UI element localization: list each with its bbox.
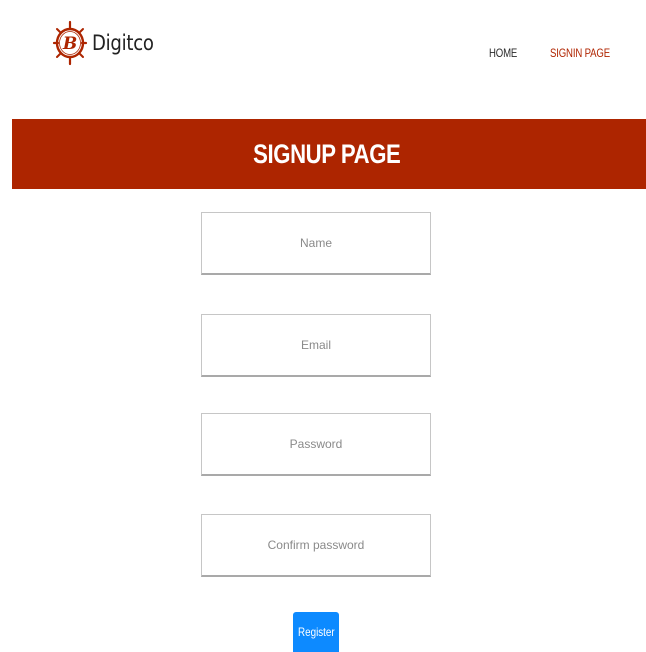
nav-signin-link[interactable]: SIGNIN PAGE	[550, 46, 610, 60]
password-input[interactable]	[201, 413, 431, 476]
main-nav: HOME SIGNIN PAGE	[0, 46, 646, 62]
page-banner: SIGNUP PAGE	[12, 119, 646, 189]
email-input[interactable]	[201, 314, 431, 377]
nav-home-link[interactable]: HOME	[489, 46, 517, 60]
signup-page: B Digitco HOME SIGNIN PAGE SIGNUP PAGE R…	[0, 0, 646, 652]
confirm-password-input[interactable]	[201, 514, 431, 577]
page-title: SIGNUP PAGE	[253, 138, 401, 169]
register-button[interactable]: Register	[293, 612, 339, 652]
name-input[interactable]	[201, 212, 431, 275]
register-button-label: Register	[297, 625, 335, 639]
